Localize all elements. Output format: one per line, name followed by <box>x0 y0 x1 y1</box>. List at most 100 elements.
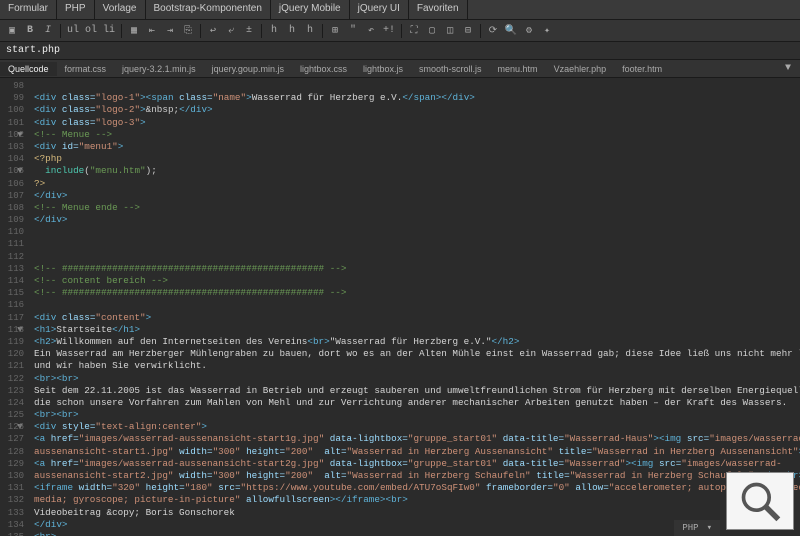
comment-icon[interactable]: ⊞ <box>327 23 343 39</box>
code-line[interactable]: aussenansicht-start2.jpg" width="300" he… <box>34 470 796 482</box>
file-tab-label: start.php <box>6 45 60 56</box>
code-line[interactable]: <!-- Menue ende --> <box>34 202 796 214</box>
subtab-Vzaehler.php[interactable]: Vzaehler.php <box>546 62 615 76</box>
indent-icon[interactable]: ⇥ <box>162 23 178 39</box>
code-line[interactable]: Ein Wasserrad am Herzberger Mühlengraben… <box>34 348 796 360</box>
bold-icon[interactable]: B <box>22 23 38 39</box>
separator <box>261 24 262 38</box>
file-tab[interactable]: start.php <box>0 42 800 60</box>
link-icon[interactable]: ⎘ <box>180 23 196 39</box>
code-line[interactable]: include("menu.htm"); <box>34 165 796 177</box>
code-line[interactable] <box>34 238 796 250</box>
tab-formular[interactable]: Formular <box>0 0 57 19</box>
code-line[interactable]: <div id="menu1"> <box>34 141 796 153</box>
subtab-jquery.goup.min.js[interactable]: jquery.goup.min.js <box>204 62 292 76</box>
code-line[interactable]: media; gyroscope; picture-in-picture" al… <box>34 494 796 506</box>
subtab-Quellcode[interactable]: Quellcode <box>0 62 57 76</box>
code-line[interactable]: Seit dem 22.11.2005 ist das Wasserrad in… <box>34 385 796 397</box>
code-line[interactable]: <br><br> <box>34 409 796 421</box>
code-line[interactable]: die schon unsere Vorfahren zum Mahlen vo… <box>34 397 796 409</box>
code-line[interactable]: <div class="logo-3"> <box>34 117 796 129</box>
code-line[interactable]: <div class="content"> <box>34 312 796 324</box>
tab-php[interactable]: PHP <box>57 0 95 19</box>
undo-icon[interactable]: ↶ <box>363 23 379 39</box>
code-line[interactable]: <div style="text-align:center"> <box>34 421 796 433</box>
code-line[interactable]: <a href="images/wasserrad-aussenansicht-… <box>34 458 796 470</box>
collapse-icon[interactable]: ⊟ <box>460 23 476 39</box>
line-number: 98 <box>4 80 24 92</box>
nbsp-icon[interactable]: ± <box>241 23 257 39</box>
line-number: 111 <box>4 238 24 250</box>
tab-bootstrap-komponenten[interactable]: Bootstrap-Komponenten <box>146 0 271 19</box>
separator <box>60 24 61 38</box>
line-number: 133 <box>4 507 24 519</box>
wrench-icon[interactable]: ⚙ <box>521 23 537 39</box>
code-line[interactable]: <!-- ###################################… <box>34 263 796 275</box>
subtab-lightbox.css[interactable]: lightbox.css <box>292 62 355 76</box>
li-icon[interactable]: li <box>101 23 117 39</box>
subtab-smooth-scroll.js[interactable]: smooth-scroll.js <box>411 62 490 76</box>
quote-icon[interactable]: " <box>345 23 361 39</box>
code-line[interactable]: aussenansicht-start1.jpg" width="300" he… <box>34 446 796 458</box>
wrap-icon[interactable]: ↩ <box>205 23 221 39</box>
filter-icon[interactable]: ▼ <box>782 63 794 75</box>
code-line[interactable]: ?> <box>34 178 796 190</box>
line-number: 110 <box>4 226 24 238</box>
br-icon[interactable]: ⤶ <box>223 23 239 39</box>
code-line[interactable] <box>34 299 796 311</box>
italic-icon[interactable]: I <box>40 23 56 39</box>
tab-jquery mobile[interactable]: jQuery Mobile <box>271 0 350 19</box>
ul-icon[interactable]: ul <box>65 23 81 39</box>
subtab-jquery-3.2.1.min.js[interactable]: jquery-3.2.1.min.js <box>114 62 204 76</box>
heading-icon[interactable]: ▦ <box>126 23 142 39</box>
window-icon[interactable]: ▢ <box>424 23 440 39</box>
code-line[interactable]: <?php <box>34 153 796 165</box>
separator <box>200 24 201 38</box>
fullscreen-icon[interactable]: ⛶ <box>406 23 422 39</box>
code-line[interactable]: </div> <box>34 190 796 202</box>
code-line[interactable]: <br><br> <box>34 373 796 385</box>
h2-icon[interactable]: h <box>284 23 300 39</box>
code-line[interactable]: </div> <box>34 214 796 226</box>
status-dropdown-icon[interactable]: ▾ <box>707 523 712 533</box>
subtab-menu.htm[interactable]: menu.htm <box>490 62 546 76</box>
code-line[interactable]: <iframe width="320" height="180" src="ht… <box>34 482 796 494</box>
line-number: 101 ▼ <box>4 117 24 129</box>
line-number: 120 <box>4 348 24 360</box>
tab-vorlage[interactable]: Vorlage <box>95 0 146 19</box>
code-line[interactable]: und wir haben Sie verwirklicht. <box>34 360 796 372</box>
code-line[interactable]: <div class="logo-1"><span class="name">W… <box>34 92 796 104</box>
code-icon[interactable]: +! <box>381 23 397 39</box>
code-editor[interactable]: 98 99 100 101 ▼102 103 104 ▼105 106 107 … <box>0 78 800 536</box>
code-line[interactable]: <!-- content bereich --> <box>34 275 796 287</box>
split-icon[interactable]: ◫ <box>442 23 458 39</box>
outdent-icon[interactable]: ⇤ <box>144 23 160 39</box>
code-line[interactable]: <a href="images/wasserrad-aussenansicht-… <box>34 433 796 445</box>
code-line[interactable] <box>34 226 796 238</box>
subtab-format.css[interactable]: format.css <box>57 62 115 76</box>
h1-icon[interactable]: h <box>266 23 282 39</box>
magnifier-overlay[interactable] <box>726 472 794 530</box>
code-line[interactable]: <!-- Menue --> <box>34 129 796 141</box>
tab-jquery ui[interactable]: jQuery UI <box>350 0 409 19</box>
code-line[interactable] <box>34 80 796 92</box>
code-line[interactable] <box>34 251 796 263</box>
ol-icon[interactable]: ol <box>83 23 99 39</box>
code-line[interactable]: <h2>Willkommen auf den Internetseiten de… <box>34 336 796 348</box>
h3-icon[interactable]: h <box>302 23 318 39</box>
settings-icon[interactable]: ✦ <box>539 23 555 39</box>
subtab-lightbox.js[interactable]: lightbox.js <box>355 62 411 76</box>
line-number: 134 <box>4 519 24 531</box>
code-line[interactable]: Videobeitrag &copy; Boris Gonschorek <box>34 507 796 519</box>
code-line[interactable]: <!-- ###################################… <box>34 287 796 299</box>
code-line[interactable]: <h1>Startseite</h1> <box>34 324 796 336</box>
search-icon[interactable]: 🔍 <box>503 23 519 39</box>
img-icon[interactable]: ▣ <box>4 23 20 39</box>
subtab-footer.htm[interactable]: footer.htm <box>614 62 670 76</box>
code-line[interactable]: <div class="logo-2">&nbsp;</div> <box>34 104 796 116</box>
tab-favoriten[interactable]: Favoriten <box>409 0 468 19</box>
refresh-icon[interactable]: ⟳ <box>485 23 501 39</box>
code-area[interactable]: <div class="logo-1"><span class="name">W… <box>30 78 800 536</box>
line-number: 112 <box>4 251 24 263</box>
line-number: 131 <box>4 482 24 494</box>
